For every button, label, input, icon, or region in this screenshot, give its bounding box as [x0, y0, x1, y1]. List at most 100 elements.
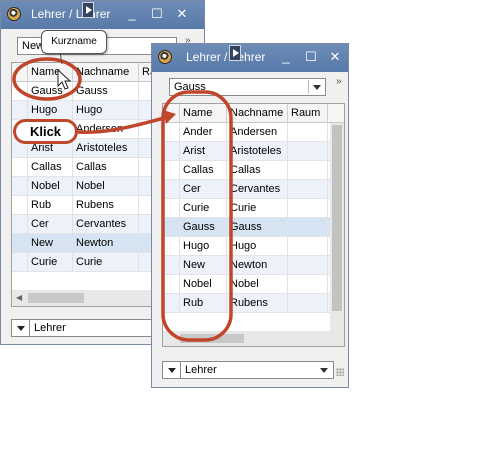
cell-name[interactable]: Hugo	[180, 237, 227, 256]
horizontal-scroll-thumb[interactable]	[180, 334, 244, 343]
maximize-button[interactable]: ☐	[303, 49, 319, 65]
cell-name[interactable]: Ander	[180, 123, 227, 142]
row-header[interactable]	[12, 215, 28, 234]
cell-name[interactable]: Cer	[28, 215, 73, 234]
cell-nachname[interactable]: Newton	[227, 256, 288, 275]
column-header-name[interactable]: Name	[28, 63, 73, 82]
row-header[interactable]	[12, 253, 28, 272]
row-header[interactable]	[163, 256, 180, 275]
cell-nachname[interactable]: Gauss	[73, 82, 139, 101]
column-header-raum[interactable]: Raum	[288, 104, 328, 123]
cell-name[interactable]: Gauss	[180, 218, 227, 237]
cell-name[interactable]: Rub	[180, 294, 227, 313]
window-title-bar[interactable]: Lehrer / Lehrer _ ☐ ✕	[152, 44, 348, 72]
cell-name[interactable]: Curie	[180, 199, 227, 218]
cell-name[interactable]: Curie	[28, 253, 73, 272]
row-header[interactable]	[163, 237, 180, 256]
cell-name[interactable]: Nobel	[180, 275, 227, 294]
cell-nachname[interactable]: Cervantes	[227, 180, 288, 199]
row-header[interactable]	[12, 158, 28, 177]
cell-raum[interactable]	[288, 256, 328, 275]
cell-nachname[interactable]: Rubens	[73, 196, 139, 215]
cell-nachname[interactable]: Andersen	[73, 120, 139, 139]
vertical-scroll-thumb[interactable]	[332, 125, 342, 311]
cell-nachname[interactable]: Callas	[73, 158, 139, 177]
cell-nachname[interactable]: Newton	[73, 234, 139, 253]
close-button[interactable]: ✕	[174, 6, 190, 22]
row-header[interactable]	[12, 234, 28, 253]
cell-name[interactable]: Callas	[28, 158, 73, 177]
data-grid[interactable]: Name Nachname Raum Ander Andersen Arist Ari…	[162, 103, 345, 347]
cell-nachname[interactable]: Curie	[73, 253, 139, 272]
maximize-button[interactable]: ☐	[149, 6, 165, 22]
search-combo[interactable]: Gauss	[169, 78, 326, 96]
row-header[interactable]	[12, 82, 28, 101]
pin-icon[interactable]	[82, 2, 94, 18]
cell-raum[interactable]	[288, 218, 328, 237]
cell-nachname[interactable]: Hugo	[227, 237, 288, 256]
cell-raum[interactable]	[288, 161, 328, 180]
overflow-chevron-icon[interactable]: »	[336, 76, 342, 87]
resize-grip-icon[interactable]	[336, 368, 344, 376]
row-header[interactable]	[163, 161, 180, 180]
cell-raum[interactable]	[288, 237, 328, 256]
cell-name[interactable]: Hugo	[28, 101, 73, 120]
cell-nachname[interactable]: Hugo	[73, 101, 139, 120]
cell-name[interactable]: Rub	[28, 196, 73, 215]
row-header[interactable]	[163, 294, 180, 313]
cell-nachname[interactable]: Nobel	[73, 177, 139, 196]
row-header[interactable]	[12, 196, 28, 215]
table-row[interactable]: New Newton	[163, 256, 330, 275]
table-row[interactable]: Cer Cervantes	[163, 180, 330, 199]
table-row[interactable]: Arist Aristoteles	[163, 142, 330, 161]
pin-icon[interactable]	[229, 45, 241, 61]
footer-dropdown-toggle[interactable]	[162, 361, 182, 379]
horizontal-scrollbar[interactable]	[163, 331, 344, 346]
row-header[interactable]	[12, 101, 28, 120]
cell-raum[interactable]	[288, 294, 328, 313]
table-row[interactable]: AnderAndersen	[163, 123, 330, 142]
row-header[interactable]	[12, 177, 28, 196]
footer-dropdown-toggle[interactable]	[11, 319, 31, 337]
cell-nachname[interactable]: Nobel	[227, 275, 288, 294]
close-button[interactable]: ✕	[327, 49, 343, 65]
cell-nachname[interactable]: Cervantes	[73, 215, 139, 234]
cell-name[interactable]: Nobel	[28, 177, 73, 196]
cell-raum[interactable]	[288, 275, 328, 294]
combo-arrow-icon[interactable]	[308, 80, 324, 94]
row-header[interactable]	[163, 123, 180, 142]
column-header-name[interactable]: Name	[180, 104, 227, 123]
cell-name[interactable]: Cer	[180, 180, 227, 199]
cell-nachname[interactable]: Aristoteles	[227, 142, 288, 161]
cell-raum[interactable]	[288, 123, 328, 142]
row-header[interactable]	[163, 218, 180, 237]
minimize-button[interactable]: _	[278, 49, 294, 65]
combo-arrow-icon[interactable]	[316, 363, 332, 377]
row-header[interactable]	[163, 199, 180, 218]
column-header-nachname[interactable]: Nachname	[227, 104, 288, 123]
cell-raum[interactable]	[288, 180, 328, 199]
table-row[interactable]: Nobel Nobel	[163, 275, 330, 294]
cell-name[interactable]: Arist	[180, 142, 227, 161]
cell-name[interactable]: New	[28, 234, 73, 253]
horizontal-scroll-thumb[interactable]	[28, 293, 84, 303]
minimize-button[interactable]: _	[124, 6, 140, 22]
cell-name[interactable]: Callas	[180, 161, 227, 180]
window-title-bar[interactable]: Lehrer / Lehrer _ ☐ ✕	[1, 1, 204, 29]
scroll-left-arrow-icon[interactable]: ◀	[16, 293, 22, 302]
row-header[interactable]	[163, 142, 180, 161]
table-row[interactable]: Curie Curie	[163, 199, 330, 218]
cell-nachname[interactable]: Andersen	[227, 123, 288, 142]
cell-name[interactable]: Gauss	[28, 82, 73, 101]
cell-nachname[interactable]: Rubens	[227, 294, 288, 313]
cell-nachname[interactable]: Callas	[227, 161, 288, 180]
row-header[interactable]	[163, 275, 180, 294]
footer-combo[interactable]: Lehrer	[180, 361, 334, 379]
cell-nachname[interactable]: Curie	[227, 199, 288, 218]
table-row[interactable]: Hugo Hugo	[163, 237, 330, 256]
table-row[interactable]: Gauss Gauss	[163, 218, 330, 237]
cell-nachname[interactable]: Gauss	[227, 218, 288, 237]
vertical-scrollbar[interactable]	[330, 123, 344, 331]
row-header[interactable]	[163, 180, 180, 199]
cell-name[interactable]: New	[180, 256, 227, 275]
